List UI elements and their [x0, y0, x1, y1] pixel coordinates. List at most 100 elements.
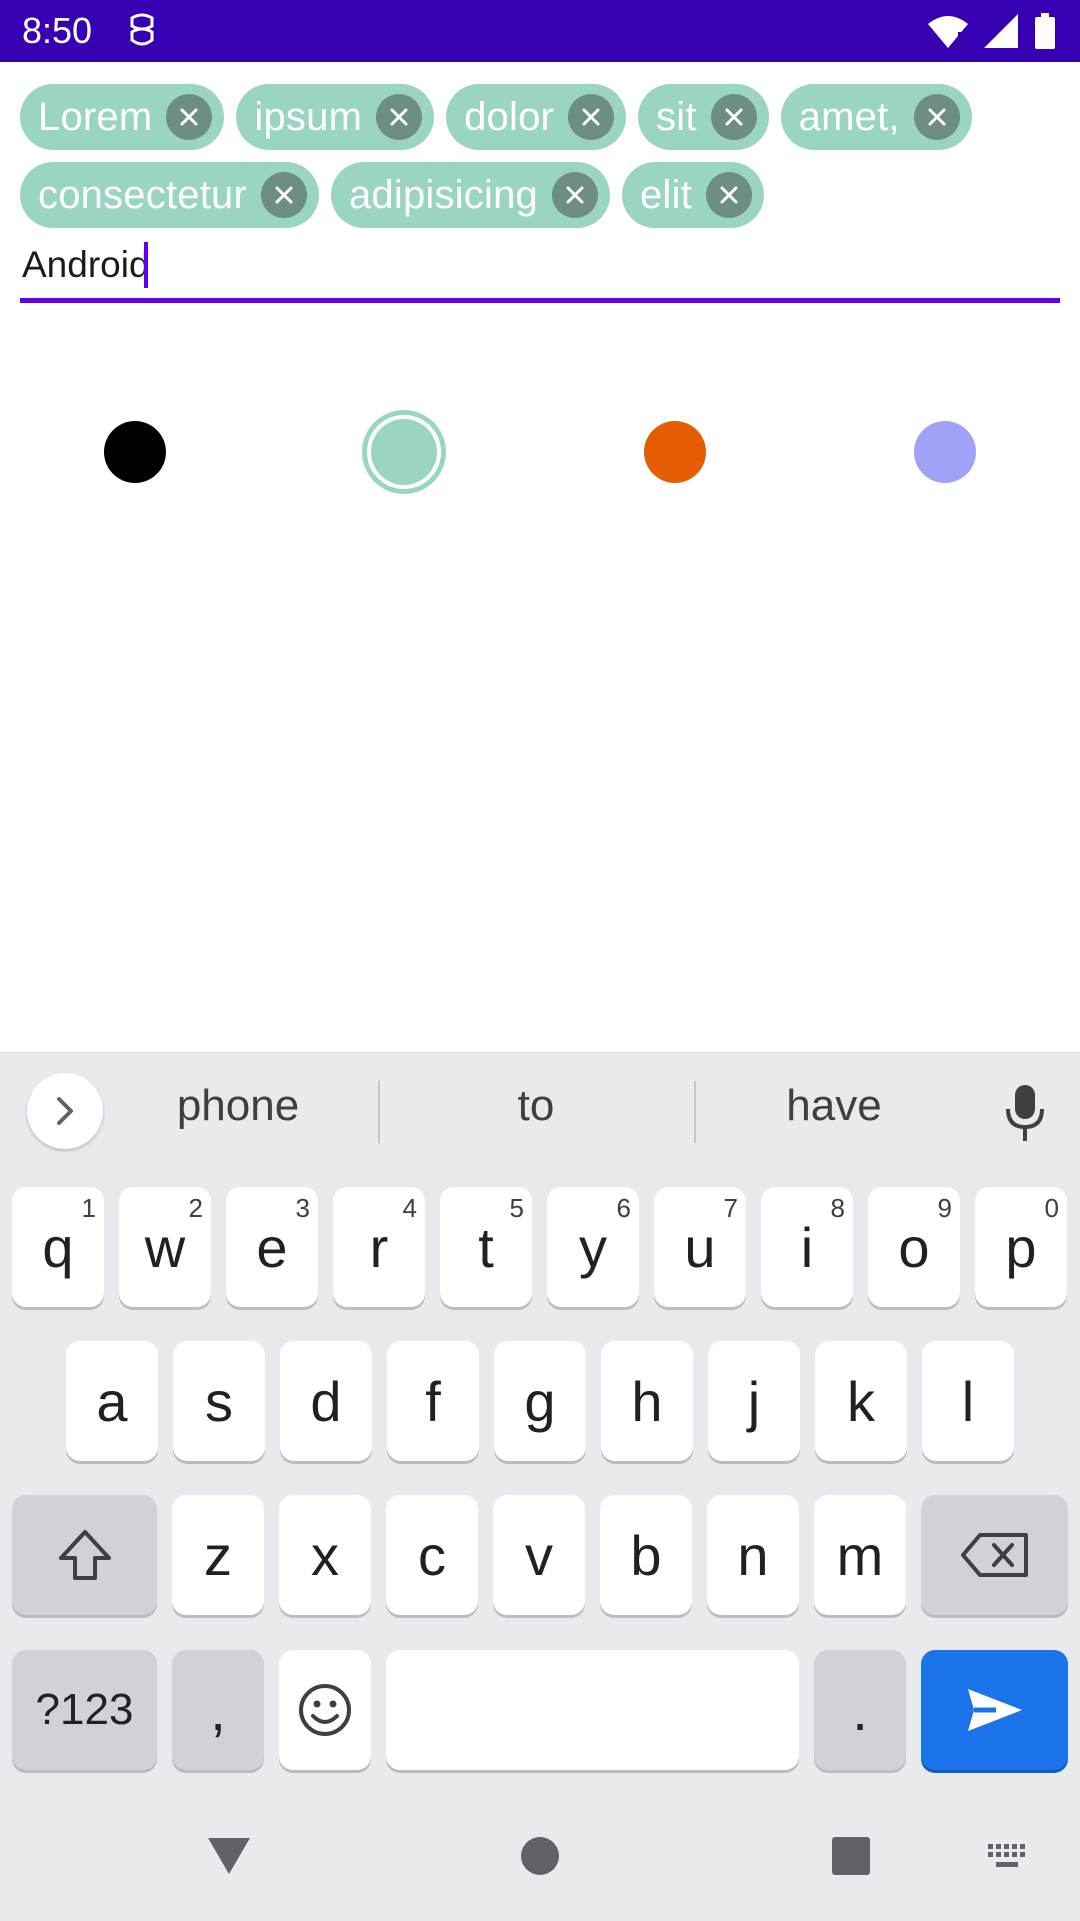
key-a[interactable]: a [66, 1341, 158, 1461]
key-r[interactable]: r4 [333, 1187, 425, 1307]
chip-close-icon[interactable] [551, 172, 598, 218]
emoji-key[interactable] [279, 1650, 371, 1770]
chip-close-icon[interactable] [376, 94, 423, 140]
key-q[interactable]: q1 [12, 1187, 104, 1307]
suggestion-2[interactable]: to [436, 1081, 636, 1131]
chip[interactable]: Lorem [20, 84, 225, 150]
chip[interactable]: sit [638, 84, 769, 150]
chip[interactable]: dolor [446, 84, 627, 150]
chip[interactable]: consectetur [20, 162, 319, 228]
key-label: c [418, 1523, 446, 1587]
key-label: q [42, 1215, 74, 1279]
key-label: e [256, 1215, 288, 1279]
key-j[interactable]: j [708, 1341, 800, 1461]
key-u[interactable]: u7 [654, 1187, 746, 1307]
chip-close-icon[interactable] [705, 172, 752, 218]
backspace-key[interactable] [921, 1495, 1068, 1615]
chevron-right-icon [57, 1097, 73, 1125]
key-h[interactable]: h [601, 1341, 693, 1461]
comma-key-label: , [210, 1678, 226, 1742]
text-cursor [144, 242, 148, 288]
key-label: l [961, 1369, 975, 1433]
signal-icon [984, 14, 1018, 48]
chip[interactable]: amet, [780, 84, 972, 150]
key-number-hint: 7 [723, 1193, 738, 1223]
expand-toolbar-button[interactable] [27, 1073, 103, 1149]
key-n[interactable]: n [707, 1495, 799, 1615]
chip-label: Lorem [38, 94, 153, 139]
chip-close-icon[interactable] [913, 94, 960, 140]
shift-key[interactable] [12, 1495, 157, 1615]
chip-label: ipsum [254, 94, 363, 139]
chip[interactable]: adipisicing [330, 162, 610, 228]
key-e[interactable]: e3 [226, 1187, 318, 1307]
send-key[interactable] [921, 1650, 1068, 1770]
color-option-black[interactable] [104, 421, 166, 483]
navigation-bar [0, 1786, 1080, 1920]
wifi-icon [928, 16, 968, 48]
key-m[interactable]: m [814, 1495, 906, 1615]
home-icon[interactable] [520, 1836, 560, 1876]
color-option-lavender[interactable] [914, 421, 976, 483]
comma-key[interactable]: , [172, 1650, 264, 1770]
key-label: h [631, 1369, 663, 1433]
color-option-mint[interactable] [362, 410, 446, 494]
key-v[interactable]: v [493, 1495, 585, 1615]
keyboard-switch-icon[interactable] [986, 1842, 1030, 1870]
key-number-hint: 0 [1044, 1193, 1059, 1223]
key-b[interactable]: b [600, 1495, 692, 1615]
key-label: x [311, 1523, 339, 1587]
recents-icon[interactable] [831, 1836, 871, 1876]
status-time: 8:50 [22, 10, 93, 51]
key-f[interactable]: f [387, 1341, 479, 1461]
period-key[interactable]: . [814, 1650, 906, 1770]
chip-close-icon[interactable] [166, 94, 213, 140]
key-number-hint: 8 [830, 1193, 845, 1223]
space-key[interactable] [386, 1650, 799, 1770]
microphone-icon[interactable] [1003, 1083, 1047, 1143]
color-option-orange[interactable] [644, 421, 706, 483]
key-label: u [684, 1215, 716, 1279]
key-number-hint: 5 [509, 1193, 524, 1223]
key-label: m [836, 1523, 884, 1587]
tag-input-value[interactable]: Android [22, 244, 150, 286]
key-s[interactable]: s [173, 1341, 265, 1461]
key-label: t [478, 1215, 494, 1279]
chip-label: adipisicing [348, 172, 538, 217]
chip-close-icon[interactable] [568, 94, 615, 140]
key-label: v [525, 1523, 553, 1587]
key-x[interactable]: x [279, 1495, 371, 1615]
chip-close-icon[interactable] [710, 94, 757, 140]
back-icon[interactable] [206, 1836, 252, 1876]
key-z[interactable]: z [172, 1495, 264, 1615]
key-label: b [630, 1523, 662, 1587]
key-label: y [579, 1215, 607, 1279]
key-l[interactable]: l [922, 1341, 1014, 1461]
key-o[interactable]: o9 [868, 1187, 960, 1307]
key-p[interactable]: p0 [975, 1187, 1067, 1307]
suggestion-3[interactable]: have [734, 1081, 934, 1131]
key-t[interactable]: t5 [440, 1187, 532, 1307]
status-icons [926, 12, 1056, 50]
key-number-hint: 4 [402, 1193, 417, 1223]
key-label: z [204, 1523, 232, 1587]
key-d[interactable]: d [280, 1341, 372, 1461]
status-bar: 8:50 [0, 0, 1080, 62]
chip[interactable]: elit [621, 162, 764, 228]
chip-close-icon[interactable] [260, 172, 307, 218]
key-label: w [144, 1215, 186, 1279]
period-key-label: . [852, 1678, 868, 1742]
chip-label: sit [656, 94, 697, 139]
tag-input-field[interactable]: Android [20, 240, 1060, 304]
chip[interactable]: ipsum [236, 84, 435, 150]
symbols-key[interactable]: ?123 [12, 1650, 157, 1770]
key-k[interactable]: k [815, 1341, 907, 1461]
key-i[interactable]: i8 [761, 1187, 853, 1307]
suggestion-1[interactable]: phone [138, 1081, 338, 1131]
key-y[interactable]: y6 [547, 1187, 639, 1307]
key-g[interactable]: g [494, 1341, 586, 1461]
key-c[interactable]: c [386, 1495, 478, 1615]
chip-label: consectetur [38, 172, 247, 217]
key-w[interactable]: w2 [119, 1187, 211, 1307]
chip-label: amet, [798, 94, 900, 139]
